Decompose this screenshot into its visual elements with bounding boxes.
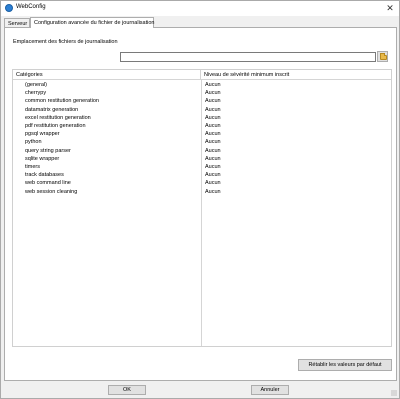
table-row[interactable]: python Aucun xyxy=(13,138,391,146)
severity-level-cell[interactable]: Aucun xyxy=(205,171,385,179)
cancel-button[interactable]: Annuler xyxy=(251,385,289,395)
tab-panel: Emplacement des fichiers de journalisati… xyxy=(4,27,397,381)
table-row[interactable]: web session cleaning Aucun xyxy=(13,188,391,196)
table-row[interactable]: (general) Aucun xyxy=(13,81,391,89)
category-cell: pdf restitution generation xyxy=(25,123,86,129)
table-row[interactable]: common restitution generation Aucun xyxy=(13,97,391,105)
table-row[interactable]: web command line Aucun xyxy=(13,179,391,187)
table-row[interactable]: sqlite wrapper Aucun xyxy=(13,155,391,163)
title-bar: WebConfig ✕ xyxy=(1,1,399,16)
column-header-categories[interactable]: Catégories xyxy=(13,70,201,80)
table-row[interactable]: pgsql wrapper Aucun xyxy=(13,130,391,138)
category-cell: common restitution generation xyxy=(25,98,99,105)
category-cell: datamatrix generation xyxy=(25,106,79,113)
column-header-severity[interactable]: Niveau de sévérité minimum inscrit xyxy=(201,70,391,80)
browse-folder-button[interactable] xyxy=(377,51,388,62)
table-header: Catégories Niveau de sévérité minimum in… xyxy=(13,70,391,80)
table-row[interactable]: pdf restitution generation Aucun xyxy=(13,122,391,130)
webconfig-app-icon xyxy=(5,4,13,12)
category-cell: cherrypy xyxy=(25,90,47,97)
log-location-input[interactable] xyxy=(120,52,376,62)
category-cell: python xyxy=(25,139,42,146)
severity-level-cell[interactable]: Aucun xyxy=(205,138,385,146)
close-button[interactable]: ✕ xyxy=(383,2,397,14)
category-cell: web session cleaning xyxy=(25,188,78,195)
category-cell: timers xyxy=(25,164,40,170)
category-cell: pgsql wrapper xyxy=(25,131,60,138)
folder-icon xyxy=(380,53,387,60)
table-row[interactable]: datamatrix generation Aucun xyxy=(13,106,391,114)
log-location-label: Emplacement des fichiers de journalisati… xyxy=(13,39,118,45)
window-title: WebConfig xyxy=(16,4,46,10)
webconfig-window: WebConfig ✕ Serveur Configuration avancé… xyxy=(0,0,400,399)
category-cell: track databases xyxy=(25,172,64,179)
severity-level-cell[interactable]: Aucun xyxy=(205,155,385,163)
severity-level-cell[interactable]: Aucun xyxy=(205,97,385,105)
table-row[interactable]: track databases Aucun xyxy=(13,171,391,179)
severity-level-cell[interactable]: Aucun xyxy=(205,130,385,138)
category-cell: (general) xyxy=(25,82,48,88)
severity-level-cell[interactable]: Aucun xyxy=(205,81,385,89)
category-cell: web command line xyxy=(25,180,71,187)
table-row[interactable]: excel restitution generation Aucun xyxy=(13,114,391,122)
table-row[interactable]: timers Aucun xyxy=(13,163,391,171)
category-cell: sqlite wrapper xyxy=(25,155,60,162)
severity-level-cell[interactable]: Aucun xyxy=(205,122,385,130)
table-row[interactable]: query string parser Aucun xyxy=(13,147,391,155)
log-categories-table: Catégories Niveau de sévérité minimum in… xyxy=(12,69,392,347)
ok-button[interactable]: OK xyxy=(108,385,146,395)
severity-level-cell[interactable]: Aucun xyxy=(205,163,385,171)
severity-level-cell[interactable]: Aucun xyxy=(205,106,385,114)
tab-advanced-log-config[interactable]: Configuration avancée du fichier de jour… xyxy=(30,17,154,28)
category-cell: excel restitution generation xyxy=(25,114,91,121)
severity-level-cell[interactable]: Aucun xyxy=(205,89,385,97)
category-cell: query string parser xyxy=(25,147,71,154)
severity-level-cell[interactable]: Aucun xyxy=(205,114,385,122)
severity-level-cell[interactable]: Aucun xyxy=(205,179,385,187)
reset-defaults-button[interactable]: Rétablir les valeurs par défaut xyxy=(298,359,392,371)
resize-grip-icon[interactable] xyxy=(391,390,397,396)
severity-level-cell[interactable]: Aucun xyxy=(205,147,385,155)
severity-level-cell[interactable]: Aucun xyxy=(205,188,385,196)
table-row[interactable]: cherrypy Aucun xyxy=(13,89,391,97)
